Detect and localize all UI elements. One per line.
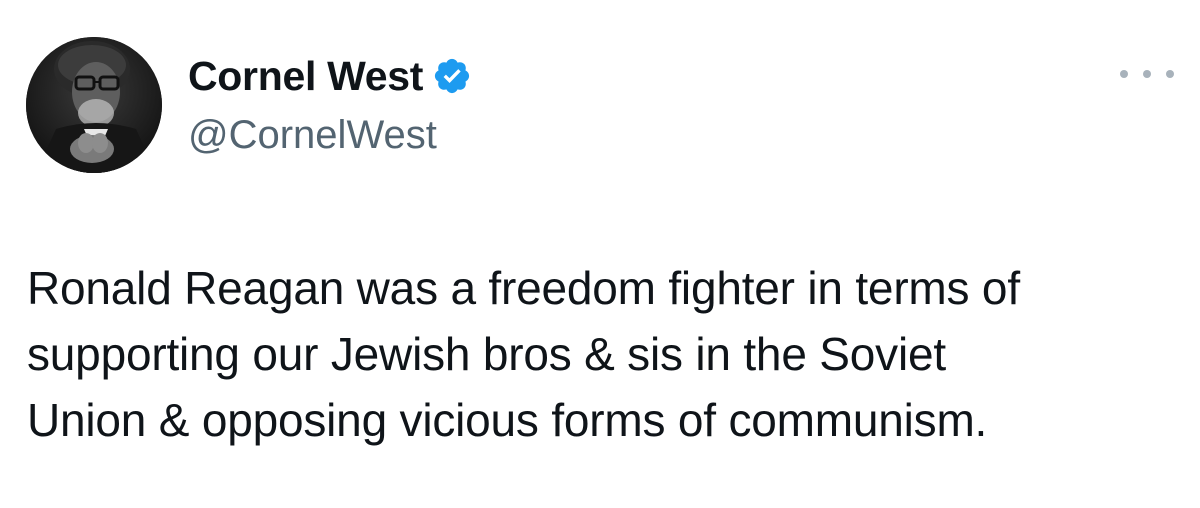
more-dot <box>1143 70 1151 78</box>
author-display-name[interactable]: Cornel West <box>188 52 423 100</box>
avatar[interactable] <box>26 37 162 173</box>
author-name-row[interactable]: Cornel West <box>188 52 472 100</box>
more-options-icon[interactable] <box>1120 62 1174 86</box>
more-dot <box>1166 70 1174 78</box>
tweet-text: Ronald Reagan was a freedom fighter in t… <box>27 262 1020 446</box>
more-dot <box>1120 70 1128 78</box>
tweet-card: Cornel West @CornelWest Ronald Reagan wa… <box>0 0 1200 508</box>
author-handle[interactable]: @CornelWest <box>188 111 437 159</box>
verified-badge-icon[interactable] <box>432 56 472 96</box>
avatar-photo <box>26 37 162 173</box>
